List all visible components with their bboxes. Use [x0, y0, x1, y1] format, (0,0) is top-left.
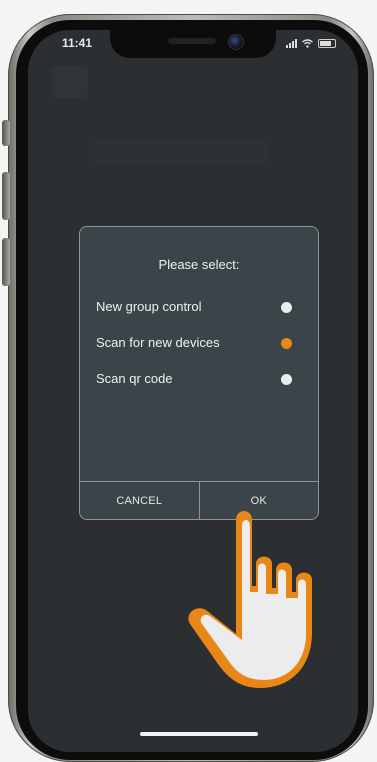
- signal-icon: [286, 38, 297, 48]
- status-icons: [286, 38, 336, 48]
- background-app-icon: [52, 66, 88, 98]
- phone-side-button-mute: [2, 120, 10, 146]
- select-dialog: Please select: New group control Scan fo…: [79, 226, 319, 520]
- option-label: Scan qr code: [96, 371, 173, 386]
- option-new-group-control[interactable]: New group control: [96, 297, 304, 317]
- ok-button[interactable]: OK: [198, 482, 319, 519]
- speaker-grille: [168, 38, 216, 44]
- phone-screen: 11:41 Please select: New group control S…: [28, 30, 358, 752]
- phone-side-button-volume-up: [2, 172, 10, 220]
- radio-button-selected[interactable]: [281, 338, 292, 349]
- wifi-icon: [302, 39, 313, 48]
- tutorial-stage: 11:41 Please select: New group control S…: [0, 0, 377, 762]
- status-time: 11:41: [62, 36, 93, 50]
- home-indicator[interactable]: [140, 732, 258, 736]
- option-label: Scan for new devices: [96, 335, 220, 350]
- radio-button[interactable]: [281, 374, 292, 385]
- radio-button[interactable]: [281, 302, 292, 313]
- battery-icon: [318, 39, 336, 48]
- phone-side-button-volume-down: [2, 238, 10, 286]
- front-camera-icon: [228, 34, 244, 50]
- option-label: New group control: [96, 299, 202, 314]
- dialog-title: Please select:: [158, 257, 240, 272]
- option-scan-for-new-devices[interactable]: Scan for new devices: [96, 333, 304, 353]
- cancel-button[interactable]: CANCEL: [80, 482, 199, 519]
- phone-notch: [110, 30, 276, 58]
- option-scan-qr-code[interactable]: Scan qr code: [96, 369, 304, 389]
- background-app-header: [88, 140, 268, 164]
- dialog-button-bar: CANCEL OK: [80, 481, 318, 519]
